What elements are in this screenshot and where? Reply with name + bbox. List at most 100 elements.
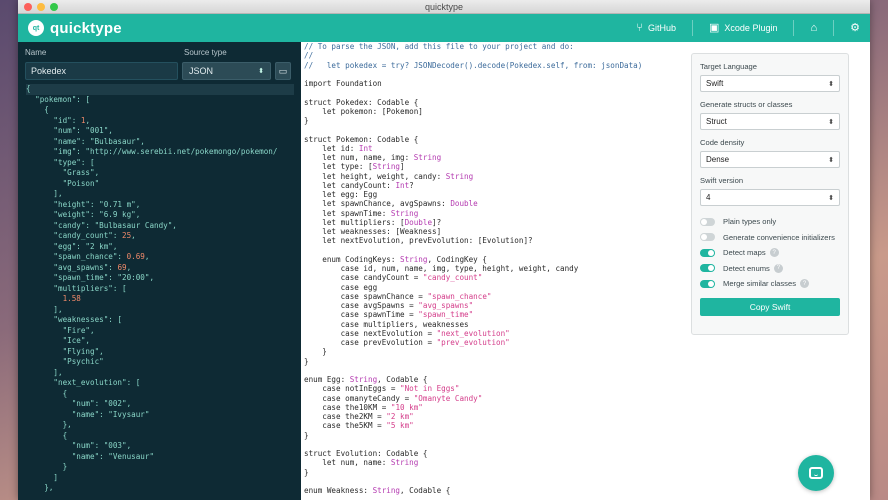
github-label: GitHub (648, 23, 677, 33)
json-line: "name": "Venusaur" (26, 451, 155, 461)
code-line: case prevEvolution = "prev_evolution" (304, 338, 510, 347)
swift-version-value: 4 (706, 193, 711, 202)
input-sidebar: Name Source type Pokedex JSON ⬍ ▭ { "pok… (18, 42, 301, 500)
option-toggle-row[interactable]: Detect enums? (700, 261, 840, 277)
options-panel: Target Language Swift ⬍ Generate structs… (691, 53, 849, 335)
copy-code-button[interactable]: Copy Swift (700, 297, 840, 316)
json-line: { (26, 388, 68, 398)
code-line: } (304, 467, 309, 477)
json-line: "Flying", (26, 346, 104, 356)
target-language-select[interactable]: Swift ⬍ (700, 75, 840, 92)
code-line: let candyCount: Int? (304, 180, 414, 190)
code-line: case spawnChance = "spawn_chance" (304, 291, 492, 301)
code-line: let weaknesses: [Weakness] (304, 227, 442, 236)
code-line: let type: [String] (304, 162, 405, 172)
json-line: "multipliers": [ (26, 283, 127, 293)
json-line: "type": [ (26, 157, 95, 167)
json-line: "Ice", (26, 336, 91, 345)
git-branch-icon: ⑂ (636, 21, 643, 34)
code-line: case egg (304, 282, 378, 292)
code-line: case omanyteCandy = "Omanyte Candy" (304, 393, 483, 403)
json-line: "num": "003", (26, 441, 132, 450)
code-line: case avgSpawns = "avg_spawns" (304, 301, 474, 310)
json-line: "Fire", (26, 325, 95, 335)
source-type-select[interactable]: JSON ⬍ (182, 62, 271, 80)
xcode-plugin-link[interactable]: ▣ Xcode Plugin (709, 21, 778, 34)
divider (833, 20, 835, 36)
json-line: ], (26, 189, 63, 198)
divider (692, 20, 694, 36)
code-output[interactable]: // To parse the JSON, add this file to y… (304, 42, 684, 500)
source-type-label: Source type (184, 48, 227, 57)
code-line: case multipliers, weaknesses (304, 319, 469, 329)
generate-value: Struct (706, 117, 727, 126)
title-bar: quicktype (18, 0, 870, 14)
option-toggle-row[interactable]: Plain types only (700, 214, 840, 230)
plugin-icon: ▣ (709, 21, 720, 34)
chat-button[interactable] (798, 455, 834, 491)
code-line: case the10KM = "10 km" (304, 402, 423, 412)
name-input[interactable]: Pokedex (25, 62, 178, 80)
generate-select[interactable]: Struct ⬍ (700, 113, 840, 130)
code-line: } (304, 116, 309, 125)
json-line: "name": "Ivysaur" (26, 409, 150, 419)
divider (793, 20, 795, 36)
code-density-select[interactable]: Dense ⬍ (700, 151, 840, 168)
swift-version-label: Swift version (700, 176, 744, 185)
code-line: struct Pokemon: Codable { (304, 134, 419, 144)
help-icon[interactable]: ? (769, 248, 779, 258)
json-line: "Poison" (26, 178, 100, 188)
toggle-switch[interactable] (700, 264, 715, 273)
json-line: "next_evolution": [ (26, 378, 141, 387)
code-density-value: Dense (706, 155, 730, 164)
code-line: let spawnChance, avgSpawns: Double (304, 199, 478, 209)
app-window: quicktype qt quicktype ⑂ GitHub ▣ Xcode … (18, 0, 870, 500)
json-line: "name": "Bulbasaur", (26, 136, 145, 146)
code-density-label: Code density (700, 138, 745, 147)
window-title: quicktype (424, 1, 464, 12)
github-link[interactable]: ⑂ GitHub (636, 21, 677, 34)
select-arrows-icon: ⬍ (828, 156, 834, 164)
json-line: "Grass", (26, 168, 100, 177)
swift-version-select[interactable]: 4 ⬍ (700, 189, 840, 206)
json-line: { (26, 84, 294, 95)
toggle-label: Detect maps (723, 248, 766, 258)
code-line: let nextEvolution, prevEvolution: [Evolu… (304, 236, 533, 246)
code-line: case nextEvolution = "next_evolution" (304, 328, 510, 338)
json-line: "candy_count": 25, (26, 231, 136, 240)
option-toggle-row[interactable]: Generate convenience initializers (700, 230, 840, 246)
option-toggle-row[interactable]: Merge similar classes? (700, 276, 840, 292)
code-line: case spawnTime = "spawn_time" (304, 310, 474, 320)
name-label: Name (25, 48, 47, 57)
json-line: }, (26, 483, 54, 492)
logo[interactable]: qt quicktype (28, 20, 122, 37)
json-input-editor[interactable]: { "pokemon": [ { "id": 1, "num": "001", … (25, 84, 294, 500)
code-line: let num, name: String (304, 458, 419, 468)
help-icon[interactable]: ? (773, 263, 783, 273)
json-line: "weight": "6.9 kg", (26, 210, 141, 219)
open-file-button[interactable]: ▭ (275, 62, 291, 80)
json-line: "num": "002", (26, 399, 132, 408)
help-icon[interactable]: ? (800, 279, 810, 289)
code-line: enum CodingKeys: String, CodingKey { (304, 254, 487, 264)
xcode-plugin-label: Xcode Plugin (724, 23, 778, 33)
generate-label: Generate structs or classes (700, 100, 793, 109)
json-line: ] (26, 472, 59, 482)
home-icon[interactable]: ⌂ (810, 22, 817, 34)
toggle-switch[interactable] (700, 248, 715, 257)
code-line: } (304, 356, 309, 366)
toggle-switch[interactable] (700, 217, 715, 226)
option-toggle-row[interactable]: Detect maps? (700, 245, 840, 261)
code-line: let egg: Egg (304, 190, 378, 199)
chat-icon (809, 467, 823, 479)
json-line: "candy": "Bulbasaur Candy", (26, 220, 177, 230)
toggle-switch[interactable] (700, 233, 715, 242)
gear-icon[interactable]: ⚙ (850, 22, 860, 34)
code-line: case the2KM = "2 km" (304, 412, 414, 421)
toggle-switch[interactable] (700, 279, 715, 288)
json-line: "weaknesses": [ (26, 315, 123, 324)
code-line: struct Pokedex: Codable { (304, 97, 419, 107)
